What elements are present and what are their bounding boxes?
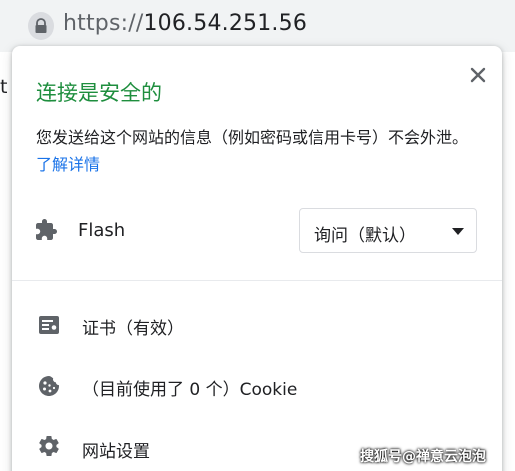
close-icon[interactable] bbox=[467, 64, 489, 86]
cookie-label: （目前使用了 0 个）Cookie bbox=[82, 380, 298, 400]
certificate-item[interactable]: 证书（有效） bbox=[12, 299, 502, 351]
url-host: 106.54.251.56 bbox=[143, 11, 308, 36]
certificate-icon bbox=[37, 313, 61, 337]
watermark: 搜狐号@禅意云泡泡 bbox=[360, 449, 486, 465]
lock-icon[interactable] bbox=[28, 12, 54, 40]
flash-permission-value: 询问（默认） bbox=[314, 226, 416, 246]
chevron-down-icon bbox=[452, 228, 464, 235]
cookie-item[interactable]: （目前使用了 0 个）Cookie bbox=[12, 360, 502, 412]
cookie-icon bbox=[37, 374, 61, 398]
url-scheme: https:// bbox=[63, 11, 144, 36]
security-description-text: 您发送给这个网站的信息（例如密码或信用卡号）不会外泄。 bbox=[36, 128, 469, 147]
gear-icon bbox=[37, 434, 61, 458]
security-description: 您发送给这个网站的信息（例如密码或信用卡号）不会外泄。 了解详情 bbox=[36, 124, 488, 178]
page-text-fragment: t bbox=[0, 76, 8, 98]
certificate-label: 证书（有效） bbox=[82, 319, 184, 339]
puzzle-icon bbox=[34, 218, 58, 242]
site-info-popup: 连接是安全的 您发送给这个网站的信息（例如密码或信用卡号）不会外泄。 了解详情 … bbox=[12, 46, 502, 471]
learn-more-link[interactable]: 了解详情 bbox=[36, 155, 100, 174]
address-bar[interactable]: https://106.54.251.56 bbox=[0, 0, 515, 52]
flash-label: Flash bbox=[78, 220, 126, 241]
connection-secure-title: 连接是安全的 bbox=[36, 81, 162, 105]
url-text[interactable]: https://106.54.251.56 bbox=[63, 11, 307, 36]
divider bbox=[12, 280, 502, 281]
site-settings-label: 网站设置 bbox=[82, 442, 150, 462]
flash-permission-select[interactable]: 询问（默认） bbox=[299, 208, 477, 253]
